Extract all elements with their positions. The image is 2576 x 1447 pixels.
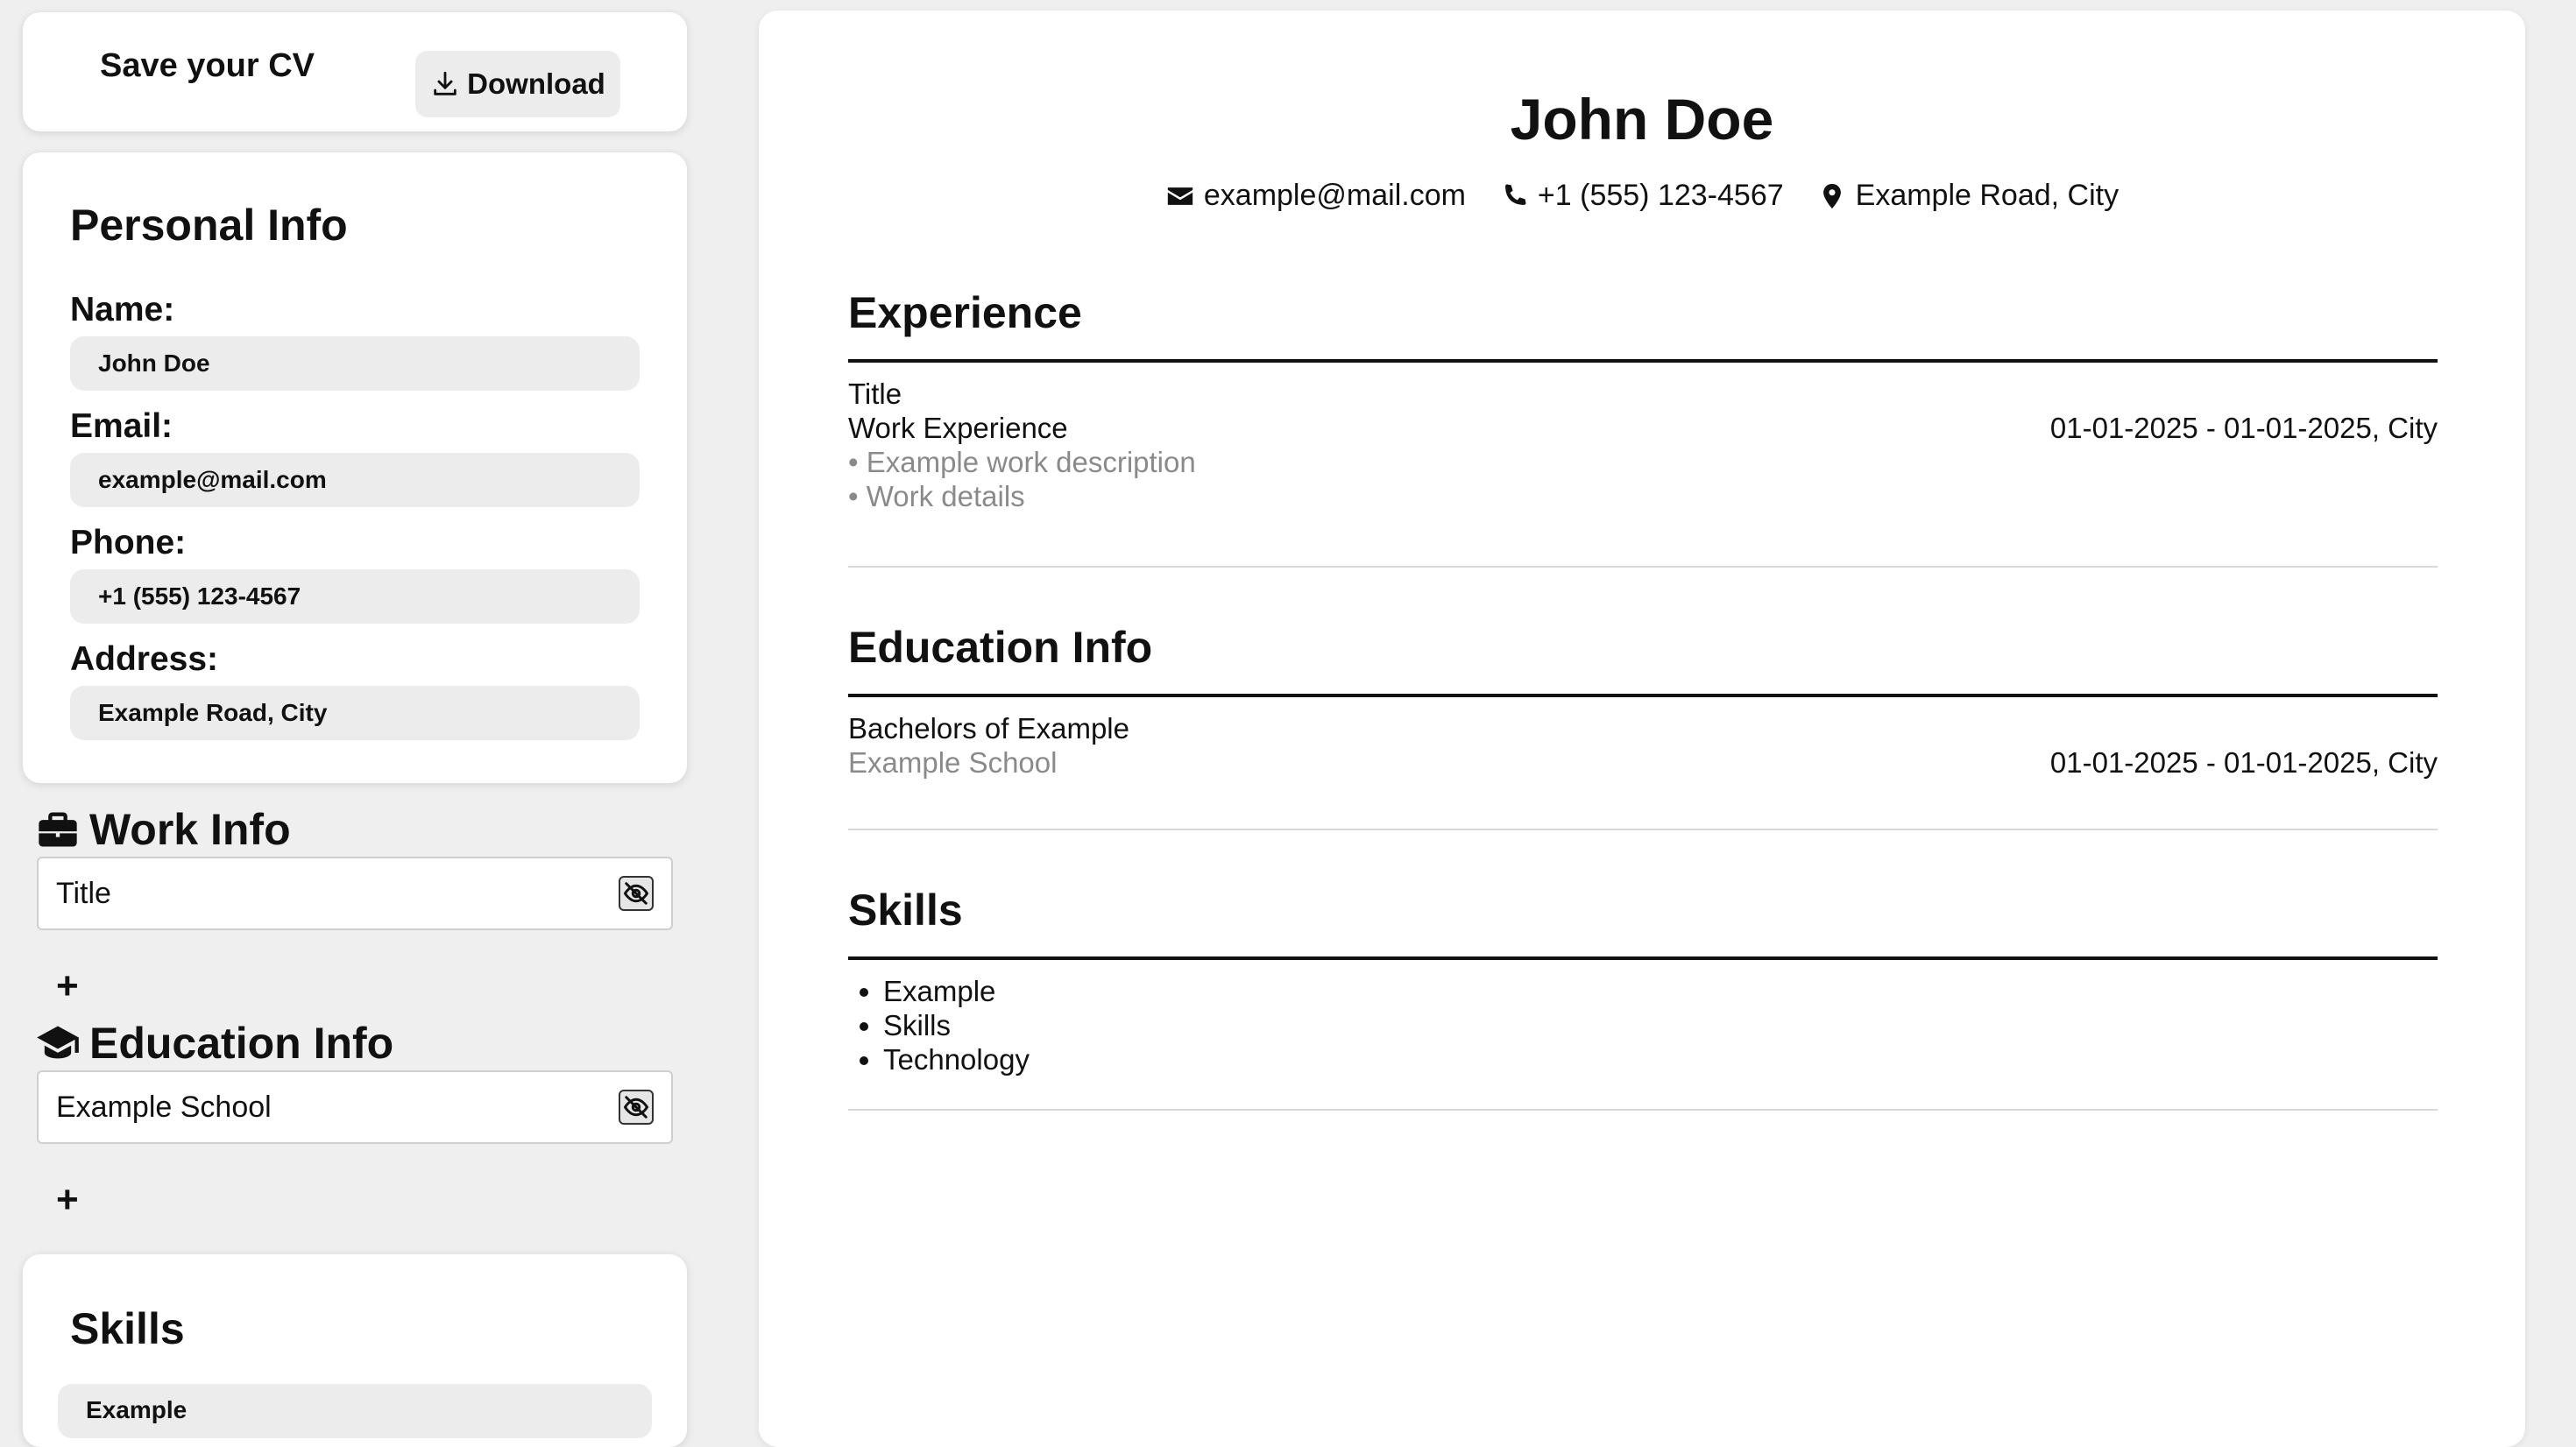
phone-icon xyxy=(1505,184,1526,205)
save-title: Save your CV xyxy=(100,47,315,84)
hide-education-entry-button[interactable] xyxy=(619,1090,654,1125)
cv-experience-company: Work Experience xyxy=(848,412,1068,444)
separator xyxy=(848,829,2438,830)
section-divider xyxy=(848,359,2438,363)
education-entry[interactable]: Example School xyxy=(37,1070,673,1144)
cv-experience-row: Work Experience 01-01-2025 - 01-01-2025,… xyxy=(848,411,2438,445)
cv-skill-item: Technology xyxy=(883,1042,2438,1076)
cv-contact-line: example@mail.com +1 (555) 123-4567 Examp… xyxy=(759,179,2525,213)
cv-skill-item: Example xyxy=(883,974,2438,1008)
name-label: Name: xyxy=(70,291,175,328)
save-bar: Save your CV Download xyxy=(23,12,687,131)
email-field[interactable]: example@mail.com xyxy=(70,453,640,507)
name-field[interactable]: John Doe xyxy=(70,336,640,391)
add-work-button[interactable]: + xyxy=(56,967,79,1006)
phone-label: Phone: xyxy=(70,524,187,561)
map-pin-icon xyxy=(1822,183,1841,208)
envelope-icon xyxy=(1167,187,1193,205)
skill-field[interactable]: Example xyxy=(58,1384,652,1438)
personal-info-title: Personal Info xyxy=(70,201,348,250)
separator xyxy=(848,566,2438,568)
cv-experience-bullet: • Work details xyxy=(848,480,1025,512)
cv-education-row: Example School 01-01-2025 - 01-01-2025, … xyxy=(848,745,2438,780)
cv-email: example@mail.com xyxy=(1165,179,1466,213)
work-info-header: Work Info xyxy=(35,804,291,855)
education-info-header: Education Info xyxy=(35,1018,393,1069)
cv-experience-heading: Experience xyxy=(848,288,1082,337)
cv-experience-bullet: • Example work description xyxy=(848,446,1196,478)
cv-experience-dates: 01-01-2025 - 01-01-2025, City xyxy=(2049,412,2438,444)
skills-panel: Skills Example xyxy=(23,1254,687,1447)
cv-skill-item: Skills xyxy=(883,1008,2438,1042)
cv-education-section: Education Info xyxy=(848,622,2438,697)
address-label: Address: xyxy=(70,640,219,678)
graduation-cap-icon xyxy=(37,1026,79,1059)
cv-experience-title: Title xyxy=(848,378,902,410)
eye-off-icon xyxy=(623,1096,649,1119)
eye-off-icon xyxy=(623,882,649,905)
download-icon xyxy=(434,71,456,95)
work-entry-label: Title xyxy=(56,876,111,910)
education-info-title: Education Info xyxy=(89,1019,394,1068)
separator xyxy=(848,1109,2438,1111)
cv-phone: +1 (555) 123-4567 xyxy=(1499,179,1784,213)
cv-skills-section: Skills xyxy=(848,885,2438,960)
add-education-button[interactable]: + xyxy=(56,1181,79,1219)
cv-address: Example Road, City xyxy=(1817,179,2119,213)
cv-education-heading: Education Info xyxy=(848,623,1153,672)
cv-education-school: Example School xyxy=(848,746,1058,779)
personal-info-panel: Personal Info Name: John Doe Email: exam… xyxy=(23,152,687,783)
cv-preview: John Doe example@mail.com +1 (555) 123-4… xyxy=(759,11,2525,1447)
phone-field[interactable]: +1 (555) 123-4567 xyxy=(70,569,640,624)
cv-skills-heading: Skills xyxy=(848,886,963,935)
download-label: Download xyxy=(467,67,605,100)
section-divider xyxy=(848,694,2438,697)
skills-panel-title: Skills xyxy=(70,1304,185,1353)
briefcase-icon xyxy=(39,812,77,847)
section-divider xyxy=(848,956,2438,960)
download-button[interactable]: Download xyxy=(415,51,620,117)
hide-work-entry-button[interactable] xyxy=(619,876,654,911)
address-field[interactable]: Example Road, City xyxy=(70,686,640,740)
work-info-title: Work Info xyxy=(89,805,291,854)
education-entry-label: Example School xyxy=(56,1090,272,1124)
cv-education-degree: Bachelors of Example xyxy=(848,712,1129,745)
work-entry[interactable]: Title xyxy=(37,857,673,930)
cv-skills-list: Example Skills Technology xyxy=(848,974,2438,1076)
cv-experience-section: Experience xyxy=(848,287,2438,363)
cv-education-dates: 01-01-2025 - 01-01-2025, City xyxy=(2049,746,2438,779)
email-label: Email: xyxy=(70,407,173,445)
cv-name: John Doe xyxy=(1510,87,1774,152)
